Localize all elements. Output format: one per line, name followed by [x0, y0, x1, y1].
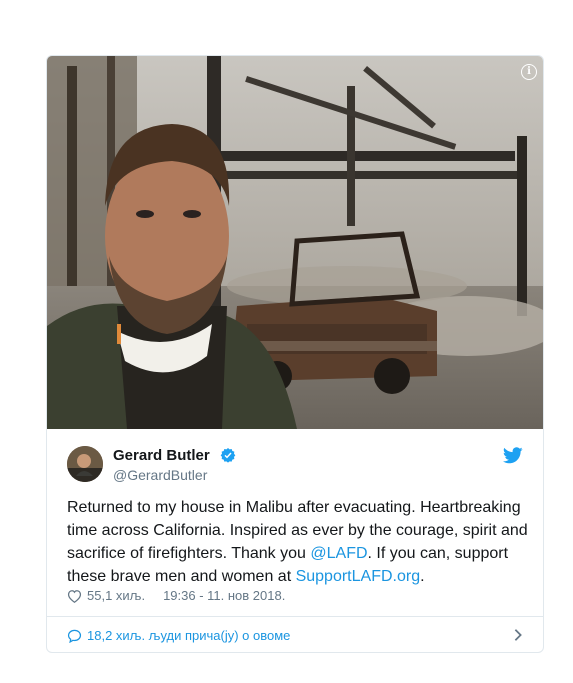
tweet-header: Gerard Butler @GerardButler [47, 429, 543, 489]
like-count[interactable]: 55,1 хиљ. [87, 588, 145, 603]
avatar[interactable] [67, 446, 103, 482]
info-icon[interactable]: i [521, 64, 537, 80]
replies-footer[interactable]: 18,2 хиљ. људи прича(ју) о овоме [47, 616, 543, 652]
heart-icon[interactable] [67, 589, 82, 603]
burned-house-selfie-image [47, 56, 543, 429]
tweet-text-part: . [420, 568, 425, 585]
author-name[interactable]: Gerard Butler [113, 447, 210, 464]
tweet-photo[interactable]: i [47, 56, 543, 429]
avatar-image [67, 446, 103, 482]
reply-bubble-icon [67, 629, 82, 643]
chevron-right-icon[interactable] [513, 628, 523, 642]
embedded-tweet-card[interactable]: i Gerard Butler @GerardButler Returned t… [46, 55, 544, 653]
tweet-text: Returned to my house in Malibu after eva… [67, 496, 532, 588]
timestamp[interactable]: 19:36 - 11. нов 2018. [163, 588, 285, 603]
url-link[interactable]: SupportLAFD.org [296, 568, 421, 585]
tweet-meta: 55,1 хиљ. 19:36 - 11. нов 2018. [67, 588, 285, 603]
mention-link[interactable]: @LAFD [310, 545, 367, 562]
verified-badge-icon [220, 448, 236, 463]
replies-summary[interactable]: 18,2 хиљ. људи прича(ју) о овоме [87, 628, 290, 643]
author-handle[interactable]: @GerardButler [113, 467, 207, 483]
twitter-bird-icon[interactable] [503, 447, 523, 464]
